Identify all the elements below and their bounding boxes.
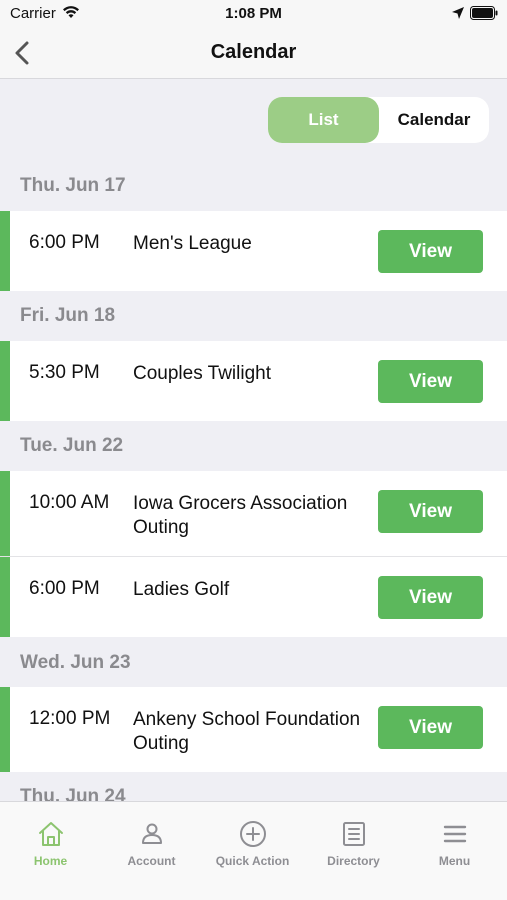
event-time: 12:00 PM: [29, 708, 111, 729]
view-mode-segmented-control: List Calendar: [268, 97, 489, 143]
tab-quick-action[interactable]: Quick Action: [202, 802, 303, 882]
event-time: 6:00 PM: [29, 232, 100, 253]
view-button[interactable]: View: [378, 706, 483, 749]
event-title: Ladies Golf: [133, 579, 230, 600]
event-title: Ankeny School Foundation Outing: [133, 709, 361, 754]
person-icon: [142, 823, 162, 844]
event-title: Men's League: [133, 233, 252, 254]
date-header: Tue. Jun 22: [20, 435, 124, 456]
date-header: Thu. Jun 17: [20, 175, 126, 196]
tab-label: Home: [33, 854, 68, 868]
view-button[interactable]: View: [378, 360, 483, 403]
event-row[interactable]: 6:00 PM Ladies Golf View: [0, 557, 507, 637]
tab-label: Menu: [438, 854, 471, 868]
battery-icon: [470, 6, 498, 20]
date-header: Wed. Jun 23: [20, 652, 131, 673]
tab-label: Quick Action: [215, 854, 290, 868]
event-title: Iowa Grocers Association Outing: [133, 493, 348, 538]
tab-label: Directory: [327, 854, 380, 868]
status-bar: Carrier 1:08 PM: [0, 0, 507, 28]
tab-account[interactable]: Account: [101, 802, 202, 882]
home-icon: [39, 822, 63, 846]
tab-home[interactable]: Home: [0, 802, 101, 882]
event-time: 6:00 PM: [29, 578, 100, 599]
hamburger-icon: [443, 825, 467, 843]
tab-label: Account: [127, 854, 176, 868]
event-title: Couples Twilight: [133, 363, 272, 384]
location-arrow-icon: [452, 7, 464, 19]
segment-list[interactable]: List: [268, 97, 379, 143]
event-time: 10:00 AM: [29, 492, 110, 513]
event-row[interactable]: 10:00 AM Iowa Grocers Association Outing…: [0, 471, 507, 556]
plus-circle-icon: [240, 821, 266, 847]
date-header: Fri. Jun 18: [20, 305, 116, 326]
view-button[interactable]: View: [378, 576, 483, 619]
directory-icon: [343, 822, 365, 846]
event-row[interactable]: 12:00 PM Ankeny School Foundation Outing…: [0, 687, 507, 772]
segment-calendar[interactable]: Calendar: [379, 97, 489, 143]
event-time: 5:30 PM: [29, 362, 100, 383]
page-title: Calendar: [210, 41, 297, 63]
status-time: 1:08 PM: [225, 5, 282, 22]
event-row[interactable]: 6:00 PM Men's League View: [0, 211, 507, 291]
tab-menu[interactable]: Menu: [404, 802, 505, 882]
tab-bar: Home Account Quick Action Directory Menu: [0, 801, 507, 900]
tab-directory[interactable]: Directory: [303, 802, 404, 882]
event-row[interactable]: 5:30 PM Couples Twilight View: [0, 341, 507, 421]
view-button[interactable]: View: [378, 490, 483, 533]
navigation-bar: Calendar: [0, 28, 507, 79]
view-button[interactable]: View: [378, 230, 483, 273]
